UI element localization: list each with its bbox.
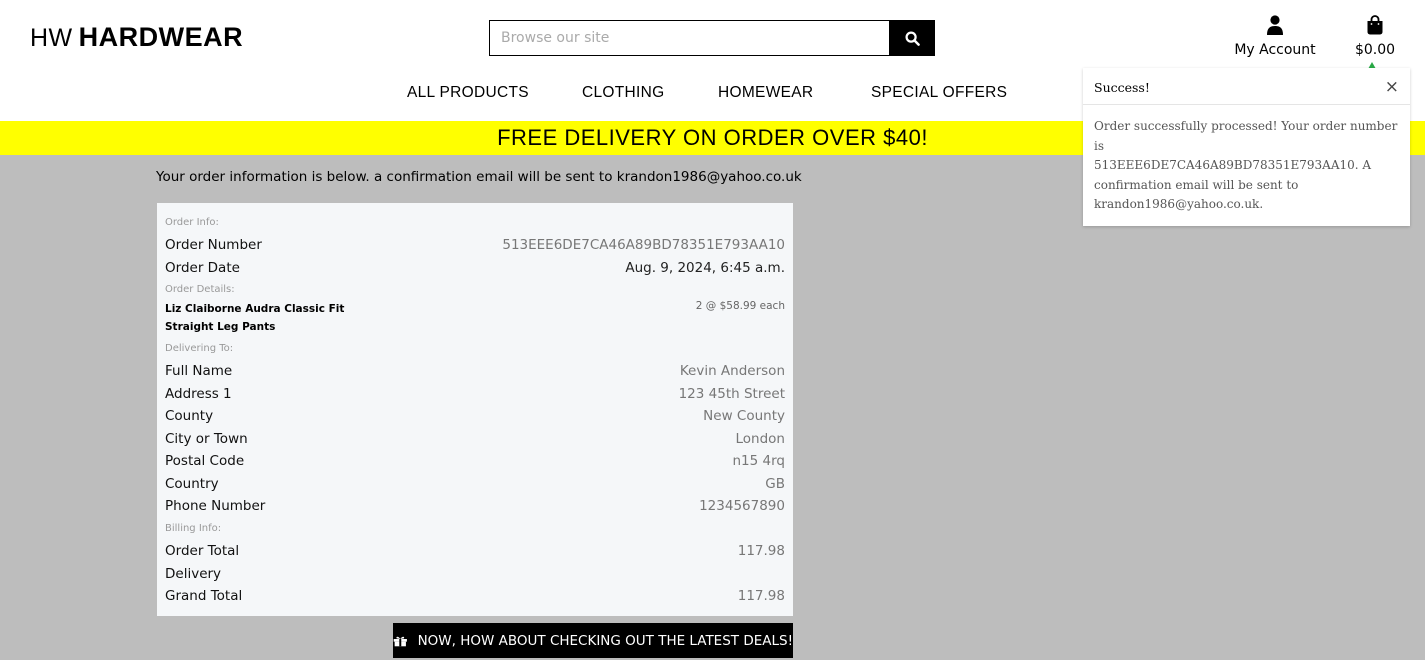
order-total-value: 117.98	[737, 543, 785, 559]
country-label: Country	[165, 476, 219, 492]
grand-total-label: Grand Total	[165, 588, 243, 604]
annotation-underline	[1083, 68, 1410, 71]
country-value: GB	[765, 476, 785, 492]
phone-label: Phone Number	[165, 498, 266, 514]
gift-icon	[393, 636, 407, 646]
logo-prefix: HW	[30, 24, 73, 52]
toast-title: Success!	[1094, 79, 1150, 95]
order-item-qty: 2 @ $58.99 each	[695, 300, 785, 312]
postal-code-label: Postal Code	[165, 453, 245, 469]
billing-info-heading: Billing Info:	[165, 523, 222, 534]
search-input[interactable]	[489, 20, 889, 56]
my-account-label: My Account	[1234, 42, 1316, 58]
phone-value: 1234567890	[699, 498, 785, 514]
order-date-value: Aug. 9, 2024, 6:45 a.m.	[625, 260, 785, 276]
latest-deals-button[interactable]: NOW, HOW ABOUT CHECKING OUT THE LATEST D…	[393, 623, 793, 658]
toast-line-1: Order successfully processed! Your order…	[1094, 119, 1398, 153]
order-number-label: Order Number	[165, 237, 262, 253]
county-label: County	[165, 408, 214, 424]
success-toast: Success! × Order successfully processed!…	[1083, 62, 1410, 227]
delivery-cost-label: Delivery	[165, 566, 222, 582]
address1-label: Address 1	[165, 386, 232, 402]
grand-total-value: 117.98	[737, 588, 785, 604]
shopping-bag-icon	[1367, 15, 1383, 35]
full-name-label: Full Name	[165, 363, 233, 379]
toast-header: Success! ×	[1083, 70, 1410, 105]
intro-email: krandon1986@yahoo.co.uk	[616, 169, 802, 185]
order-intro: Your order information is below. a confi…	[156, 169, 802, 185]
my-account-link[interactable]: My Account	[1230, 15, 1320, 58]
toast-line-4: krandon1986@yahoo.co.uk.	[1094, 197, 1264, 211]
city-label: City or Town	[165, 431, 248, 447]
full-name-value: Kevin Anderson	[679, 363, 785, 379]
order-info-heading: Order Info:	[165, 217, 219, 228]
shopping-bag-link[interactable]: $0.00	[1350, 15, 1400, 58]
city-value: London	[735, 431, 786, 447]
address1-value: 123 45th Street	[678, 386, 785, 402]
order-summary-card: Order Info: Order Number 513EEE6DE7CA46A8…	[157, 203, 793, 616]
nav-homewear[interactable]: HOMEWEAR	[718, 84, 813, 102]
latest-deals-label: NOW, HOW ABOUT CHECKING OUT THE LATEST D…	[417, 632, 793, 649]
bag-total: $0.00	[1354, 42, 1396, 58]
order-item-name: Liz Claiborne Audra Classic Fit Straight…	[165, 303, 345, 333]
nav-all-products[interactable]: ALL PRODUCTS	[407, 84, 529, 102]
nav-special-offers[interactable]: SPECIAL OFFERS	[871, 84, 1007, 102]
delivering-to-heading: Delivering To:	[165, 343, 234, 354]
site-logo[interactable]: HW HARDWEAR	[30, 22, 243, 53]
nav-clothing[interactable]: CLOTHING	[582, 84, 665, 102]
order-details-heading: Order Details:	[165, 284, 235, 295]
order-date-label: Order Date	[165, 260, 240, 276]
toast-body: Order successfully processed! Your order…	[1083, 105, 1410, 227]
user-icon	[1267, 15, 1283, 35]
intro-text: Your order information is below. a confi…	[156, 169, 613, 185]
order-number-value: 513EEE6DE7CA46A89BD78351E793AA10	[502, 237, 785, 253]
logo-brand: HARDWEAR	[78, 22, 244, 52]
search-button[interactable]	[889, 20, 935, 56]
order-total-label: Order Total	[165, 543, 240, 559]
toast-line-2: 513EEE6DE7CA46A89BD78351E793AA10. A	[1094, 158, 1372, 172]
toast-line-3: confirmation email will be sent to	[1094, 177, 1299, 192]
close-icon[interactable]: ×	[1385, 77, 1399, 97]
search-icon	[904, 30, 920, 46]
county-value: New County	[703, 408, 785, 424]
search-form	[489, 20, 935, 56]
postal-code-value: n15 4rq	[732, 453, 786, 469]
